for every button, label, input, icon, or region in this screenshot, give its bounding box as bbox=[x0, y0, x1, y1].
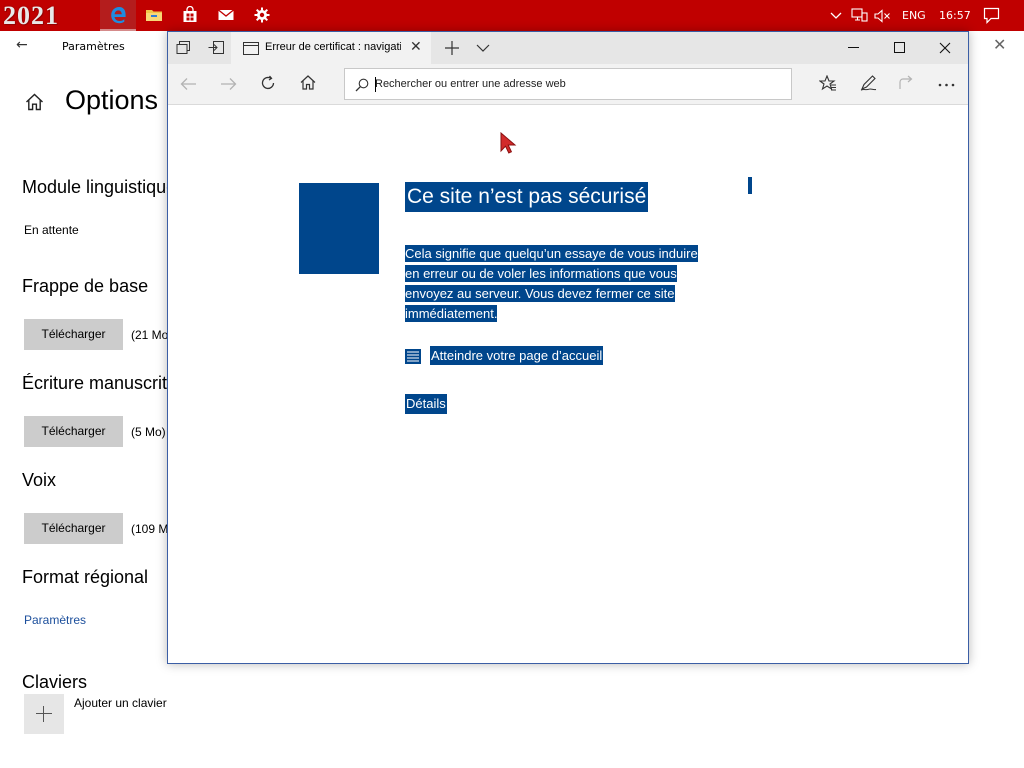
section-heading-speech: Voix bbox=[22, 470, 57, 490]
network-icon[interactable] bbox=[851, 8, 868, 23]
error-line: immédiatement. bbox=[405, 305, 498, 322]
taskbar-mail-button[interactable] bbox=[208, 0, 244, 31]
section-heading-basic-typing: Frappe de base bbox=[22, 276, 149, 296]
back-arrow-icon[interactable] bbox=[180, 77, 197, 91]
tab-title: Erreur de certificat : navigation bbox=[265, 41, 401, 53]
settings-gear-icon bbox=[254, 7, 270, 23]
download-basic-typing-button[interactable]: Télécharger bbox=[24, 319, 123, 350]
settings-back-button[interactable]: ← bbox=[16, 37, 28, 53]
error-description: Cela signifie que quelqu’un essaye de vo… bbox=[405, 244, 750, 324]
language-indicator[interactable]: ENG bbox=[902, 0, 926, 31]
taskbar-explorer-button[interactable] bbox=[136, 0, 172, 31]
tab-certificate-error[interactable]: Erreur de certificat : navigation ✕ bbox=[231, 32, 431, 64]
browser-window: Erreur de certificat : navigation ✕ Rech… bbox=[167, 31, 969, 664]
homepage-link-icon bbox=[405, 349, 421, 364]
refresh-icon[interactable] bbox=[260, 75, 276, 91]
new-tab-icon[interactable] bbox=[444, 40, 460, 56]
add-keyboard-button[interactable] bbox=[24, 694, 64, 734]
home-icon[interactable] bbox=[300, 75, 316, 90]
pen-icon[interactable] bbox=[860, 74, 877, 91]
add-keyboard-label[interactable]: Ajouter un clavier bbox=[74, 696, 167, 710]
tab-list-chevron-icon[interactable] bbox=[476, 43, 490, 53]
minimize-icon bbox=[848, 47, 859, 48]
logo-text: 2021 bbox=[3, 1, 59, 30]
download-handwriting-button[interactable]: Télécharger bbox=[24, 416, 123, 447]
regional-format-settings-link[interactable]: Paramètres bbox=[24, 613, 86, 627]
taskbar-edge-button[interactable] bbox=[100, 0, 136, 31]
edge-icon bbox=[111, 7, 126, 24]
taskbar-store-button[interactable] bbox=[172, 0, 208, 31]
text-caret bbox=[375, 77, 376, 92]
close-icon bbox=[939, 42, 951, 54]
section-heading-keyboards: Claviers bbox=[22, 672, 88, 692]
volume-muted-icon[interactable] bbox=[874, 9, 891, 23]
more-icon[interactable] bbox=[938, 83, 955, 87]
favorites-icon[interactable] bbox=[819, 75, 837, 91]
file-explorer-icon bbox=[146, 10, 162, 21]
address-bar[interactable]: Rechercher ou entrer une adresse web bbox=[344, 68, 792, 100]
section-heading-language-pack: Module linguistique bbox=[22, 177, 177, 197]
taskbar-logo: 2021 bbox=[0, 0, 99, 31]
search-icon bbox=[355, 78, 369, 92]
forward-arrow-icon[interactable] bbox=[220, 77, 237, 91]
maximize-icon bbox=[894, 42, 905, 53]
notification-icon[interactable] bbox=[983, 7, 1000, 24]
selection-marker bbox=[748, 177, 752, 194]
section-heading-regional-format: Format régional bbox=[22, 567, 149, 587]
settings-window-title: Paramètres bbox=[62, 40, 125, 53]
tab-bar: Erreur de certificat : navigation ✕ bbox=[168, 32, 968, 64]
warning-square bbox=[299, 183, 379, 274]
share-icon[interactable] bbox=[899, 75, 916, 90]
taskbar: 2021 ENG 16:57 bbox=[0, 0, 1024, 31]
tab-close-button[interactable]: ✕ bbox=[410, 39, 422, 55]
settings-close-button[interactable]: ✕ bbox=[993, 35, 1006, 54]
set-aside-tabs-icon[interactable] bbox=[208, 41, 224, 55]
close-button[interactable] bbox=[922, 32, 968, 64]
home-icon bbox=[26, 93, 43, 111]
error-line: envoyez au serveur. Vous devez fermer ce… bbox=[405, 285, 675, 302]
clock[interactable]: 16:57 bbox=[939, 0, 971, 31]
maximize-button[interactable] bbox=[876, 32, 922, 64]
error-line: en erreur ou de voler les informations q… bbox=[405, 265, 677, 282]
store-icon bbox=[183, 6, 197, 22]
minimize-button[interactable] bbox=[830, 32, 876, 64]
error-title: Ce site n’est pas sécurisé bbox=[405, 182, 649, 212]
chevron-up-icon[interactable] bbox=[830, 10, 842, 20]
navigation-bar: Rechercher ou entrer une adresse web bbox=[168, 64, 968, 105]
page-tab-icon bbox=[243, 42, 259, 55]
page-content: Ce site n’est pas sécurisé Cela signifie… bbox=[168, 105, 968, 663]
page-title: Options bbox=[65, 85, 159, 115]
mail-icon bbox=[218, 9, 234, 20]
address-input[interactable]: Rechercher ou entrer une adresse web bbox=[375, 78, 566, 90]
language-pack-status: En attente bbox=[24, 223, 79, 237]
mouse-cursor-icon bbox=[500, 132, 517, 154]
section-heading-handwriting: Écriture manuscrite bbox=[22, 373, 178, 393]
homepage-link-text[interactable]: Atteindre votre page d’accueil bbox=[430, 346, 604, 365]
screen: ← Paramètres ✕ Options Module linguistiq… bbox=[0, 0, 1024, 768]
error-line: Cela signifie que quelqu’un essaye de vo… bbox=[405, 245, 698, 262]
taskbar-settings-button[interactable] bbox=[244, 0, 280, 31]
tab-preview-icon[interactable] bbox=[176, 41, 191, 55]
handwriting-size: (5 Mo) bbox=[131, 425, 166, 439]
download-speech-button[interactable]: Télécharger bbox=[24, 513, 123, 544]
details-link[interactable]: Détails bbox=[405, 394, 447, 414]
